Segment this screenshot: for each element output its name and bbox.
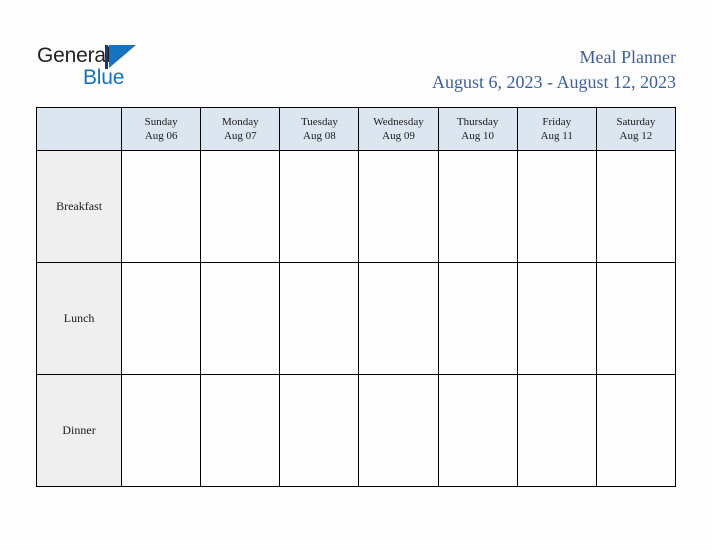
day-date-label: Aug 12 bbox=[619, 130, 653, 142]
brand-logo: General Blue bbox=[37, 44, 197, 94]
meal-planner-table: Sunday Aug 06 Monday Aug 07 Tuesday Aug … bbox=[35, 107, 677, 487]
meal-entry-cell[interactable] bbox=[595, 262, 677, 375]
meal-entry-cell[interactable] bbox=[200, 150, 281, 263]
meal-entry-cell[interactable] bbox=[121, 374, 202, 487]
meal-entry-cell[interactable] bbox=[516, 150, 597, 263]
day-name-label: Thursday bbox=[456, 116, 499, 128]
meal-entry-cell[interactable] bbox=[358, 374, 439, 487]
day-header-tuesday: Tuesday Aug 08 bbox=[279, 107, 360, 151]
day-header-sunday: Sunday Aug 06 bbox=[121, 107, 202, 151]
meal-entry-cell[interactable] bbox=[437, 262, 518, 375]
meal-entry-cell[interactable] bbox=[279, 150, 360, 263]
brand-name-general: General bbox=[37, 44, 111, 67]
day-date-label: Aug 07 bbox=[223, 130, 257, 142]
day-name-label: Wednesday bbox=[373, 116, 424, 128]
table-header: Sunday Aug 06 Monday Aug 07 Tuesday Aug … bbox=[35, 107, 677, 151]
title-block: Meal Planner August 6, 2023 - August 12,… bbox=[432, 46, 676, 93]
meal-planner-table-container: Sunday Aug 06 Monday Aug 07 Tuesday Aug … bbox=[35, 107, 677, 487]
table-row: Lunch bbox=[35, 262, 677, 375]
meal-entry-cell[interactable] bbox=[437, 374, 518, 487]
day-name-label: Tuesday bbox=[300, 116, 338, 128]
day-name-label: Friday bbox=[542, 116, 572, 128]
day-name-label: Sunday bbox=[144, 116, 178, 128]
day-header-friday: Friday Aug 11 bbox=[516, 107, 597, 151]
meal-entry-cell[interactable] bbox=[279, 374, 360, 487]
table-row: Dinner bbox=[35, 374, 677, 487]
meal-row-label-dinner: Dinner bbox=[35, 374, 123, 487]
meal-entry-cell[interactable] bbox=[200, 262, 281, 375]
day-header-wednesday: Wednesday Aug 09 bbox=[358, 107, 439, 151]
day-date-label: Aug 09 bbox=[382, 130, 415, 142]
page-title: Meal Planner bbox=[579, 47, 676, 67]
day-header-thursday: Thursday Aug 10 bbox=[437, 107, 518, 151]
brand-name-blue: Blue bbox=[83, 66, 125, 89]
page-header: General Blue Meal Planner August 6, 2023… bbox=[0, 0, 712, 100]
date-range-label: August 6, 2023 - August 12, 2023 bbox=[431, 72, 676, 92]
day-name-label: Saturday bbox=[616, 116, 656, 128]
day-date-label: Aug 06 bbox=[144, 130, 178, 142]
meal-entry-cell[interactable] bbox=[516, 262, 597, 375]
meal-entry-cell[interactable] bbox=[358, 150, 439, 263]
meal-row-label-breakfast: Breakfast bbox=[35, 150, 123, 263]
day-date-label: Aug 11 bbox=[540, 130, 573, 142]
meal-entry-cell[interactable] bbox=[595, 150, 677, 263]
table-row: Breakfast bbox=[35, 150, 677, 263]
meal-entry-cell[interactable] bbox=[358, 262, 439, 375]
day-date-label: Aug 08 bbox=[303, 130, 336, 142]
meal-row-label-lunch: Lunch bbox=[35, 262, 123, 375]
day-date-label: Aug 10 bbox=[461, 130, 494, 142]
table-header-row: Sunday Aug 06 Monday Aug 07 Tuesday Aug … bbox=[35, 107, 677, 151]
table-body: Breakfast Lunch Dinner bbox=[35, 150, 677, 487]
day-header-monday: Monday Aug 07 bbox=[200, 107, 281, 151]
meal-entry-cell[interactable] bbox=[595, 374, 677, 487]
meal-entry-cell[interactable] bbox=[279, 262, 360, 375]
meal-entry-cell[interactable] bbox=[121, 150, 202, 263]
table-corner-cell bbox=[35, 107, 123, 151]
day-name-label: Monday bbox=[221, 116, 259, 128]
day-header-saturday: Saturday Aug 12 bbox=[595, 107, 677, 151]
meal-entry-cell[interactable] bbox=[200, 374, 281, 487]
meal-entry-cell[interactable] bbox=[437, 150, 518, 263]
logo-triangle-shape bbox=[109, 45, 136, 68]
meal-entry-cell[interactable] bbox=[121, 262, 202, 375]
meal-entry-cell[interactable] bbox=[516, 374, 597, 487]
